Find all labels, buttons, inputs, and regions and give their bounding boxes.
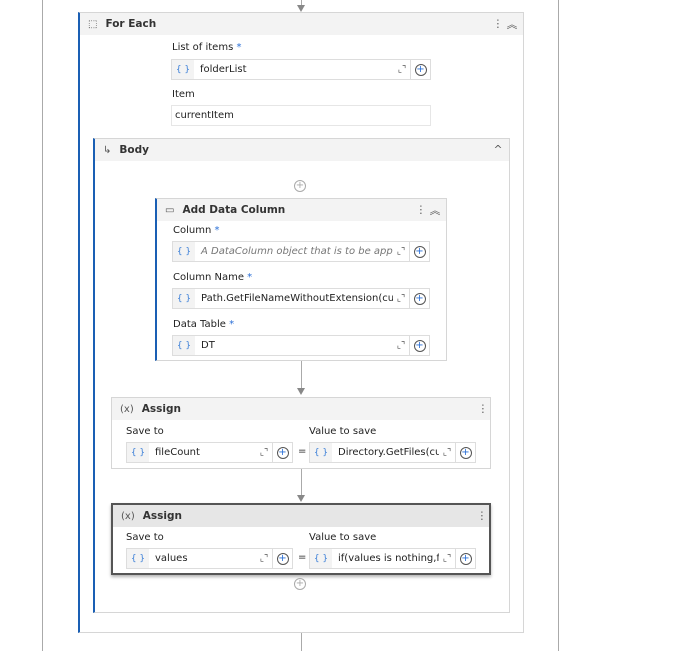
collapse-icon[interactable]: ^ [491,144,505,156]
add-activity-button[interactable]: + [294,180,306,192]
expression-icon: { } [310,443,332,462]
plus-button[interactable]: + [455,443,475,462]
save-to-field[interactable]: { } values ⌞⌝ + [126,548,293,569]
plus-button[interactable]: + [272,443,292,462]
add-activity-button[interactable]: + [294,578,306,590]
connector-arrow [297,495,305,502]
more-options-icon[interactable]: ⋮ [475,510,489,522]
connector [301,361,302,389]
collapse-icon[interactable]: ︽ [505,17,519,32]
data-column-icon: ▭ [165,204,175,216]
expression-icon: { } [173,289,195,308]
plus-button[interactable]: + [409,242,429,261]
item-label: Item [172,89,195,100]
connector [301,633,302,651]
assign-header[interactable]: (x) Assign ⋮ [112,398,490,420]
column-input[interactable]: A DataColumn object that is to be append… [195,246,393,257]
canvas-left-border [42,0,43,651]
value-to-save-label: Value to save [309,532,377,543]
connector [301,469,302,496]
column-name-label: Column Name * [173,272,253,283]
value-to-save-label: Value to save [309,426,377,437]
more-options-icon[interactable]: ⋮ [414,204,428,216]
plus-icon: + [459,446,472,459]
for-each-icon: ⬚ [88,18,98,30]
add-data-column-title: Add Data Column [182,204,286,216]
expand-icon[interactable]: ⌞⌝ [393,294,409,304]
save-to-input[interactable]: fileCount [149,447,256,458]
expand-icon[interactable]: ⌞⌝ [256,448,272,458]
value-to-save-field[interactable]: { } Directory.GetFiles(currentItem) ⌞⌝ + [309,442,476,463]
plus-icon: + [459,552,472,565]
data-table-label: Data Table * [173,319,235,330]
expand-icon[interactable]: ⌞⌝ [439,448,455,458]
assign-title: Assign [141,403,181,415]
expand-icon[interactable]: ⌞⌝ [394,65,410,75]
body-icon: ↳ [103,144,112,156]
column-label: Column * [173,225,220,236]
value-to-save-field[interactable]: { } if(values is nothing,fileCount ⌞⌝ + [309,548,476,569]
plus-button[interactable]: + [455,549,475,568]
plus-button[interactable]: + [272,549,292,568]
save-to-input[interactable]: values [149,553,256,564]
plus-icon: + [414,63,427,76]
save-to-label: Save to [126,426,164,437]
expression-icon: { } [127,443,149,462]
plus-button[interactable]: + [409,289,429,308]
assign-header[interactable]: (x) Assign ⋮ [113,505,489,527]
data-table-field[interactable]: { } DT ⌞⌝ + [172,335,430,356]
plus-icon: + [413,339,426,352]
for-each-header[interactable]: ⬚ For Each ⋮ ︽ [80,13,523,35]
for-each-title: For Each [105,18,157,30]
expression-icon: { } [127,549,149,568]
expression-icon: { } [173,336,195,355]
value-to-save-input[interactable]: if(values is nothing,fileCount [332,553,439,564]
plus-icon: + [413,292,426,305]
more-options-icon[interactable]: ⋮ [491,18,505,30]
variable-icon: (x) [121,510,135,522]
body-header[interactable]: ↳ Body ^ [95,139,509,161]
plus-icon: + [276,446,289,459]
connector-arrow [297,388,305,395]
expression-icon: { } [310,549,332,568]
value-to-save-input[interactable]: Directory.GetFiles(currentItem) [332,447,439,458]
expand-icon[interactable]: ⌞⌝ [393,341,409,351]
expression-icon: { } [173,242,195,261]
more-options-icon[interactable]: ⋮ [476,403,490,415]
body-title: Body [119,144,149,156]
expand-icon[interactable]: ⌞⌝ [439,554,455,564]
list-of-items-input[interactable]: folderList [194,64,394,75]
collapse-icon[interactable]: ︽ [428,203,442,218]
add-data-column-header[interactable]: ▭ Add Data Column ⋮ ︽ [157,199,446,221]
assign-title: Assign [142,510,182,522]
column-field[interactable]: { } A DataColumn object that is to be ap… [172,241,430,262]
expand-icon[interactable]: ⌞⌝ [393,247,409,257]
plus-button[interactable]: + [409,336,429,355]
plus-icon: + [413,245,426,258]
item-field[interactable]: currentItem [171,105,431,126]
column-name-field[interactable]: { } Path.GetFileNameWithoutExtension(cur… [172,288,430,309]
variable-icon: (x) [120,403,134,415]
equals-sign: = [298,552,307,563]
item-input[interactable]: currentItem [172,110,430,121]
equals-sign: = [298,446,307,457]
save-to-field[interactable]: { } fileCount ⌞⌝ + [126,442,293,463]
plus-icon: + [276,552,289,565]
expand-icon[interactable]: ⌞⌝ [256,554,272,564]
connector-arrow [297,5,305,12]
save-to-label: Save to [126,532,164,543]
data-table-input[interactable]: DT [195,340,393,351]
expression-icon: { } [172,60,194,79]
canvas-right-border [558,0,559,651]
column-name-input[interactable]: Path.GetFileNameWithoutExtension(current… [195,293,393,304]
plus-button[interactable]: + [410,60,430,79]
list-of-items-field[interactable]: { } folderList ⌞⌝ + [171,59,431,80]
list-of-items-label: List of items * [172,42,242,53]
